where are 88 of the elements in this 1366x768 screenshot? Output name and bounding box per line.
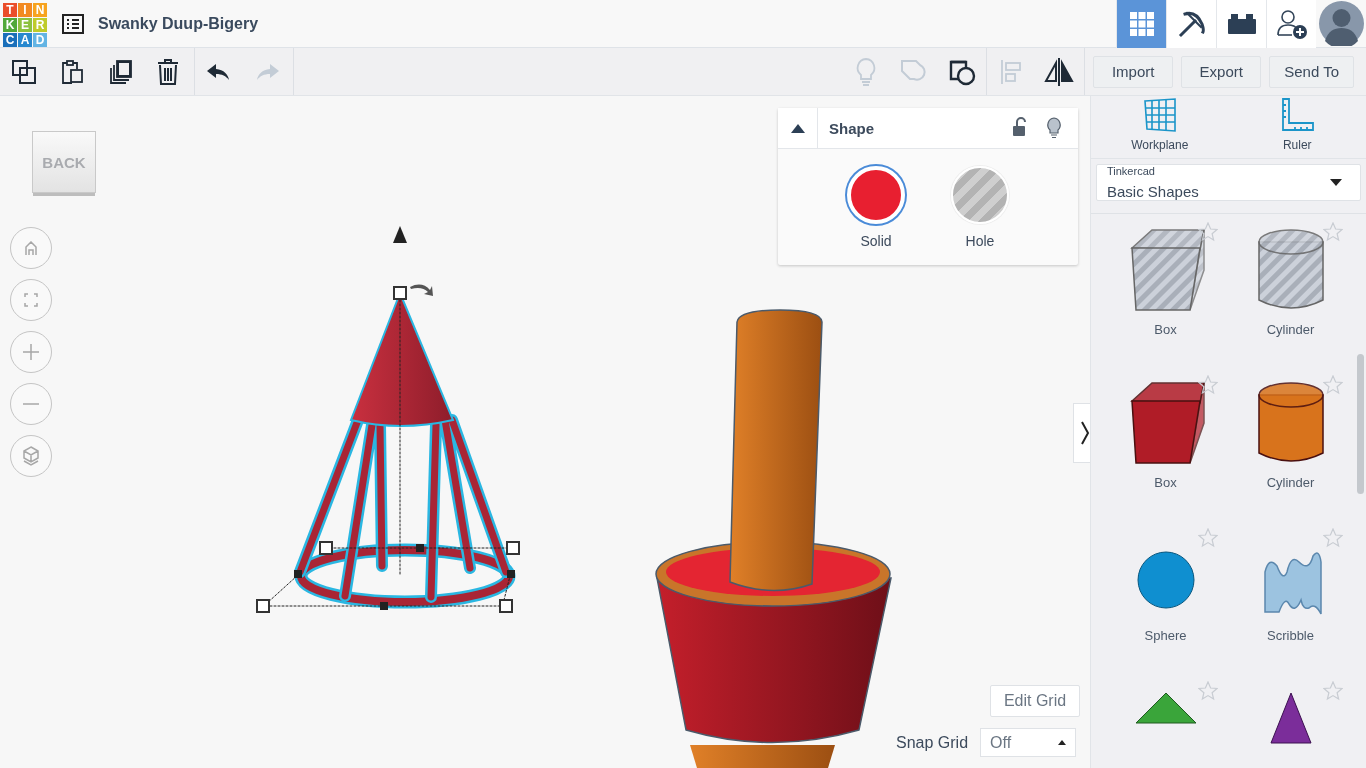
color-swatch[interactable] [847, 166, 905, 224]
trash-icon [156, 57, 180, 86]
stacked-squares-icon [107, 58, 133, 85]
selection-handle[interactable] [507, 570, 515, 578]
brick-icon [1226, 12, 1257, 35]
logo-letter: K [3, 17, 17, 32]
shape-library-dropdown[interactable]: Tinkercad Basic Shapes [1096, 164, 1361, 201]
option-label: Hole [965, 233, 995, 249]
fit-view-icon [24, 293, 38, 307]
edit-grid-button[interactable]: Edit Grid [990, 685, 1080, 717]
ruler-tool[interactable]: Ruler [1228, 96, 1366, 158]
lightbulb-icon[interactable] [1046, 117, 1062, 139]
cup-model-drawing[interactable] [655, 309, 892, 768]
toolbar-button[interactable]: Export [1181, 55, 1262, 88]
shape-name: Scribble [1267, 628, 1314, 643]
star-icon[interactable] [1323, 375, 1343, 395]
home-icon [25, 240, 37, 256]
view-mode-button[interactable] [1216, 0, 1266, 48]
align-icon [999, 57, 1024, 86]
selection-handle[interactable] [506, 541, 520, 555]
perspective-cube-icon [23, 446, 39, 466]
toolbar-button[interactable]: Send To [1269, 55, 1354, 88]
logo-letter: C [3, 32, 17, 47]
selected-cone-model-drawing[interactable] [256, 284, 520, 613]
project-title[interactable]: Swanky Duup-Bigery [98, 14, 259, 33]
rotate-arrow-icon[interactable] [410, 284, 433, 296]
star-icon[interactable] [1323, 222, 1343, 242]
selection-handle[interactable] [416, 544, 424, 552]
star-icon[interactable] [1198, 681, 1218, 701]
star-icon[interactable] [1323, 528, 1343, 548]
shape-name: Cylinder [1266, 475, 1315, 490]
grid-plane-icon [1141, 97, 1178, 133]
redo-icon [254, 61, 280, 82]
scrollbar[interactable] [1357, 354, 1364, 494]
toolbar-button[interactable]: Import [1093, 55, 1174, 88]
zoom-out-icon [22, 402, 40, 406]
logo-letter: T [3, 2, 17, 17]
logo-letter: I [18, 2, 32, 17]
mirror-icon [1044, 56, 1075, 87]
logo-letter: A [18, 32, 32, 47]
chevron-right-icon [1079, 421, 1090, 445]
panel-title: Shape [829, 119, 875, 137]
invite-button[interactable] [1266, 0, 1316, 48]
caret-icon [1058, 740, 1067, 745]
view-mode-button[interactable] [1166, 0, 1216, 48]
unlock-icon[interactable] [1012, 117, 1028, 137]
library-source: Tinkercad [1107, 165, 1156, 177]
color-swatch[interactable] [951, 166, 1009, 224]
avatar-icon[interactable] [1319, 1, 1364, 46]
ruler-icon [1279, 97, 1316, 133]
star-icon[interactable] [1198, 375, 1218, 395]
selection-handle[interactable] [294, 570, 302, 578]
shape-type-option[interactable]: Solid [847, 166, 905, 249]
star-icon[interactable] [1198, 222, 1218, 242]
logo-letter: E [18, 17, 32, 32]
cube-face-label: BACK [42, 153, 86, 171]
selection-handle[interactable] [499, 599, 513, 613]
logo-letter: D [33, 32, 47, 47]
star-icon[interactable] [1323, 681, 1343, 701]
selection-handle[interactable] [393, 286, 407, 300]
shape-name: Cylinder [1266, 322, 1315, 337]
snap-grid-select[interactable]: Off [980, 728, 1077, 757]
caret-icon [790, 123, 805, 133]
zoom-in-icon [22, 343, 40, 361]
add-user-icon [1275, 7, 1308, 40]
shape-name: Box [1154, 322, 1177, 337]
option-label: Solid [860, 233, 892, 249]
logo-letter: R [33, 17, 47, 32]
copy-icon [11, 58, 37, 85]
logo-letter: N [33, 2, 47, 17]
shape-type-option[interactable]: Hole [951, 166, 1009, 249]
selection-handle[interactable] [319, 541, 333, 555]
shape-name: Sphere [1144, 628, 1187, 643]
snap-grid-label: Snap Grid [896, 733, 969, 752]
shape-name: Box [1154, 475, 1177, 490]
star-icon[interactable] [1198, 528, 1218, 548]
expand-panel-button[interactable] [1073, 403, 1090, 463]
clipboard-icon [59, 58, 85, 85]
design-list-button[interactable] [62, 13, 84, 34]
workplane-tool[interactable]: Workplane [1091, 96, 1229, 158]
list-icon [62, 13, 84, 34]
library-category: Basic Shapes [1107, 183, 1200, 200]
grid-icon [1129, 11, 1154, 36]
selection-handle[interactable] [380, 602, 388, 610]
undo-icon [206, 61, 232, 82]
selection-handle[interactable] [256, 599, 270, 613]
caret-icon [1330, 179, 1342, 186]
lift-arrow-icon[interactable] [393, 226, 407, 243]
